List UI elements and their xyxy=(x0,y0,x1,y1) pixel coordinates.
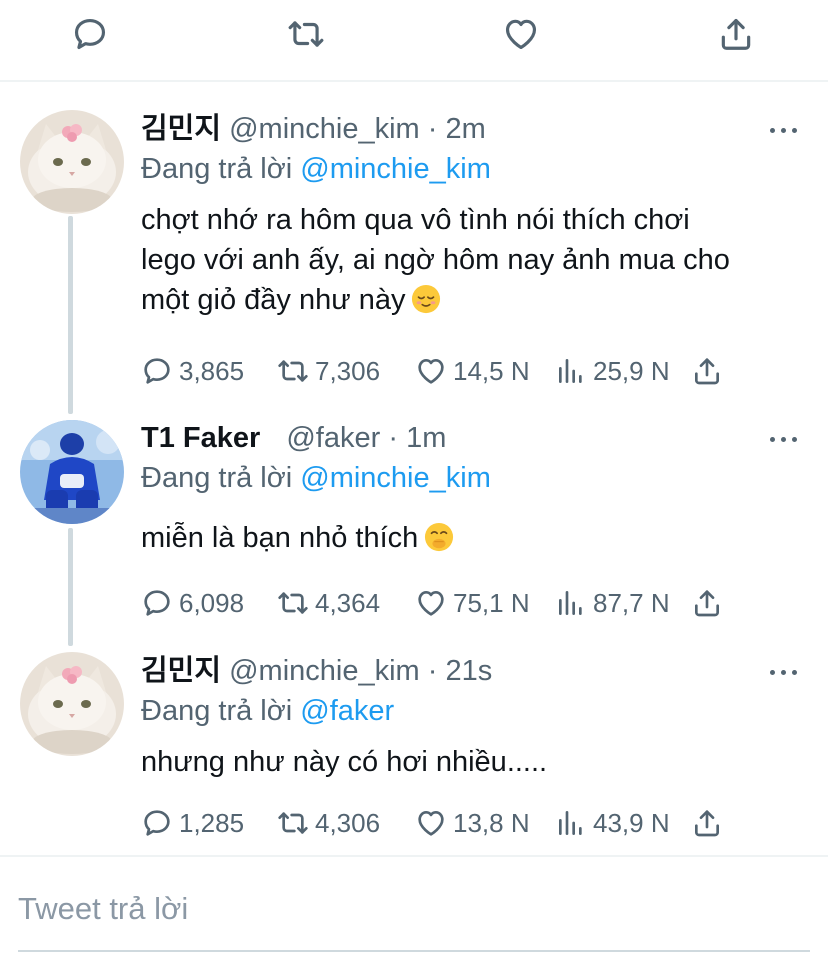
share-button[interactable] xyxy=(691,586,723,620)
reply-icon xyxy=(141,355,173,387)
reply-count: 6,098 xyxy=(179,587,245,618)
top-action-bar xyxy=(0,0,828,82)
like-button[interactable]: 75,1 N xyxy=(415,586,530,620)
display-name[interactable]: 김민지 xyxy=(141,655,221,687)
tweet-text-line: lego với anh ấy, ai ngờ hôm nay ảnh mua … xyxy=(141,244,730,276)
tweet-text-line: chợt nhớ ra hôm qua vô tình nói thích ch… xyxy=(141,204,690,236)
like-count: 13,8 N xyxy=(453,807,530,838)
timestamp[interactable]: 1m xyxy=(406,422,446,454)
retweet-icon xyxy=(277,355,309,387)
tweet-text-line: miễn là bạn nhỏ thích xyxy=(141,522,419,554)
timestamp[interactable]: 2m xyxy=(446,113,486,145)
reply-count: 3,865 xyxy=(179,355,245,386)
retweet-count: 7,306 xyxy=(315,355,381,386)
share-icon xyxy=(691,807,723,839)
avatar[interactable] xyxy=(20,420,124,524)
reply-input[interactable] xyxy=(18,887,808,931)
reply-icon xyxy=(141,587,173,619)
tweet-text-line: nhưng như này có hơi nhiều..... xyxy=(141,746,548,778)
separator: · xyxy=(427,113,438,145)
mention-link[interactable]: @minchie_kim xyxy=(300,462,491,494)
views-button[interactable]: 25,9 N xyxy=(555,354,670,388)
view-count: 43,9 N xyxy=(593,807,670,838)
reply-button[interactable]: 6,098 xyxy=(141,586,244,620)
reply-button[interactable]: 1,285 xyxy=(141,806,244,840)
share-icon xyxy=(691,355,723,387)
replying-label: Đang trả lời xyxy=(141,462,293,494)
share-icon[interactable] xyxy=(716,14,756,54)
hand-over-mouth-emoji xyxy=(424,522,454,552)
thread-connector xyxy=(68,216,73,414)
tweet-text-line: một giỏ đầy như này xyxy=(141,284,406,316)
separator: · xyxy=(388,422,399,454)
view-count: 87,7 N xyxy=(593,587,670,618)
mention-link[interactable]: @minchie_kim xyxy=(300,153,491,185)
retweet-icon xyxy=(277,807,309,839)
views-button[interactable]: 43,9 N xyxy=(555,806,670,840)
views-icon xyxy=(555,807,587,839)
views-icon xyxy=(555,587,587,619)
thread-connector xyxy=(68,528,73,646)
tweet-stats: 1,285 4,306 13,8 N 43,9 N xyxy=(141,806,741,840)
user-handle[interactable]: @minchie_kim xyxy=(229,113,420,145)
like-button[interactable]: 13,8 N xyxy=(415,806,530,840)
reply-composer xyxy=(0,855,828,960)
retweet-button[interactable]: 4,306 xyxy=(277,806,380,840)
share-button[interactable] xyxy=(691,806,723,840)
like-icon xyxy=(415,587,447,619)
replying-label: Đang trả lời xyxy=(141,153,293,185)
view-count: 25,9 N xyxy=(593,355,670,386)
tweet-stats: 3,865 7,306 14,5 N 25,9 N xyxy=(141,354,741,388)
replying-label: Đang trả lời xyxy=(141,695,293,727)
retweet-button[interactable]: 7,306 xyxy=(277,354,380,388)
like-icon xyxy=(415,355,447,387)
retweet-count: 4,306 xyxy=(315,807,381,838)
reply-count: 1,285 xyxy=(179,807,245,838)
avatar[interactable] xyxy=(20,652,124,756)
reply-icon[interactable] xyxy=(70,14,110,54)
retweet-icon[interactable] xyxy=(286,14,326,54)
like-icon[interactable] xyxy=(501,14,541,54)
timestamp[interactable]: 21s xyxy=(446,655,493,687)
retweet-count: 4,364 xyxy=(315,587,381,618)
share-icon xyxy=(691,587,723,619)
like-count: 14,5 N xyxy=(453,355,530,386)
display-name[interactable]: T1 Faker xyxy=(141,422,260,454)
relieved-face-emoji xyxy=(411,284,441,314)
user-handle[interactable]: @minchie_kim xyxy=(229,655,420,687)
share-button[interactable] xyxy=(691,354,723,388)
views-icon xyxy=(555,355,587,387)
tweet-text: nhưng như này có hơi nhiều..... xyxy=(141,742,811,782)
reply-button[interactable]: 3,865 xyxy=(141,354,244,388)
like-count: 75,1 N xyxy=(453,587,530,618)
separator: · xyxy=(427,655,438,687)
like-icon xyxy=(415,807,447,839)
retweet-icon xyxy=(277,587,309,619)
more-icon[interactable] xyxy=(770,429,800,449)
retweet-button[interactable]: 4,364 xyxy=(277,586,380,620)
user-handle[interactable]: @faker xyxy=(286,422,380,454)
mention-link[interactable]: @faker xyxy=(300,695,394,727)
reply-icon xyxy=(141,807,173,839)
more-icon[interactable] xyxy=(770,662,800,682)
tweet-stats: 6,098 4,364 75,1 N 87,7 N xyxy=(141,586,741,620)
views-button[interactable]: 87,7 N xyxy=(555,586,670,620)
tweet-text: chợt nhớ ra hôm qua vô tình nói thích ch… xyxy=(141,200,811,320)
reply-underline xyxy=(18,950,810,952)
tweet-text: miễn là bạn nhỏ thích xyxy=(141,518,811,558)
display-name[interactable]: 김민지 xyxy=(141,113,221,145)
more-icon[interactable] xyxy=(770,120,800,140)
like-button[interactable]: 14,5 N xyxy=(415,354,530,388)
avatar[interactable] xyxy=(20,110,124,214)
